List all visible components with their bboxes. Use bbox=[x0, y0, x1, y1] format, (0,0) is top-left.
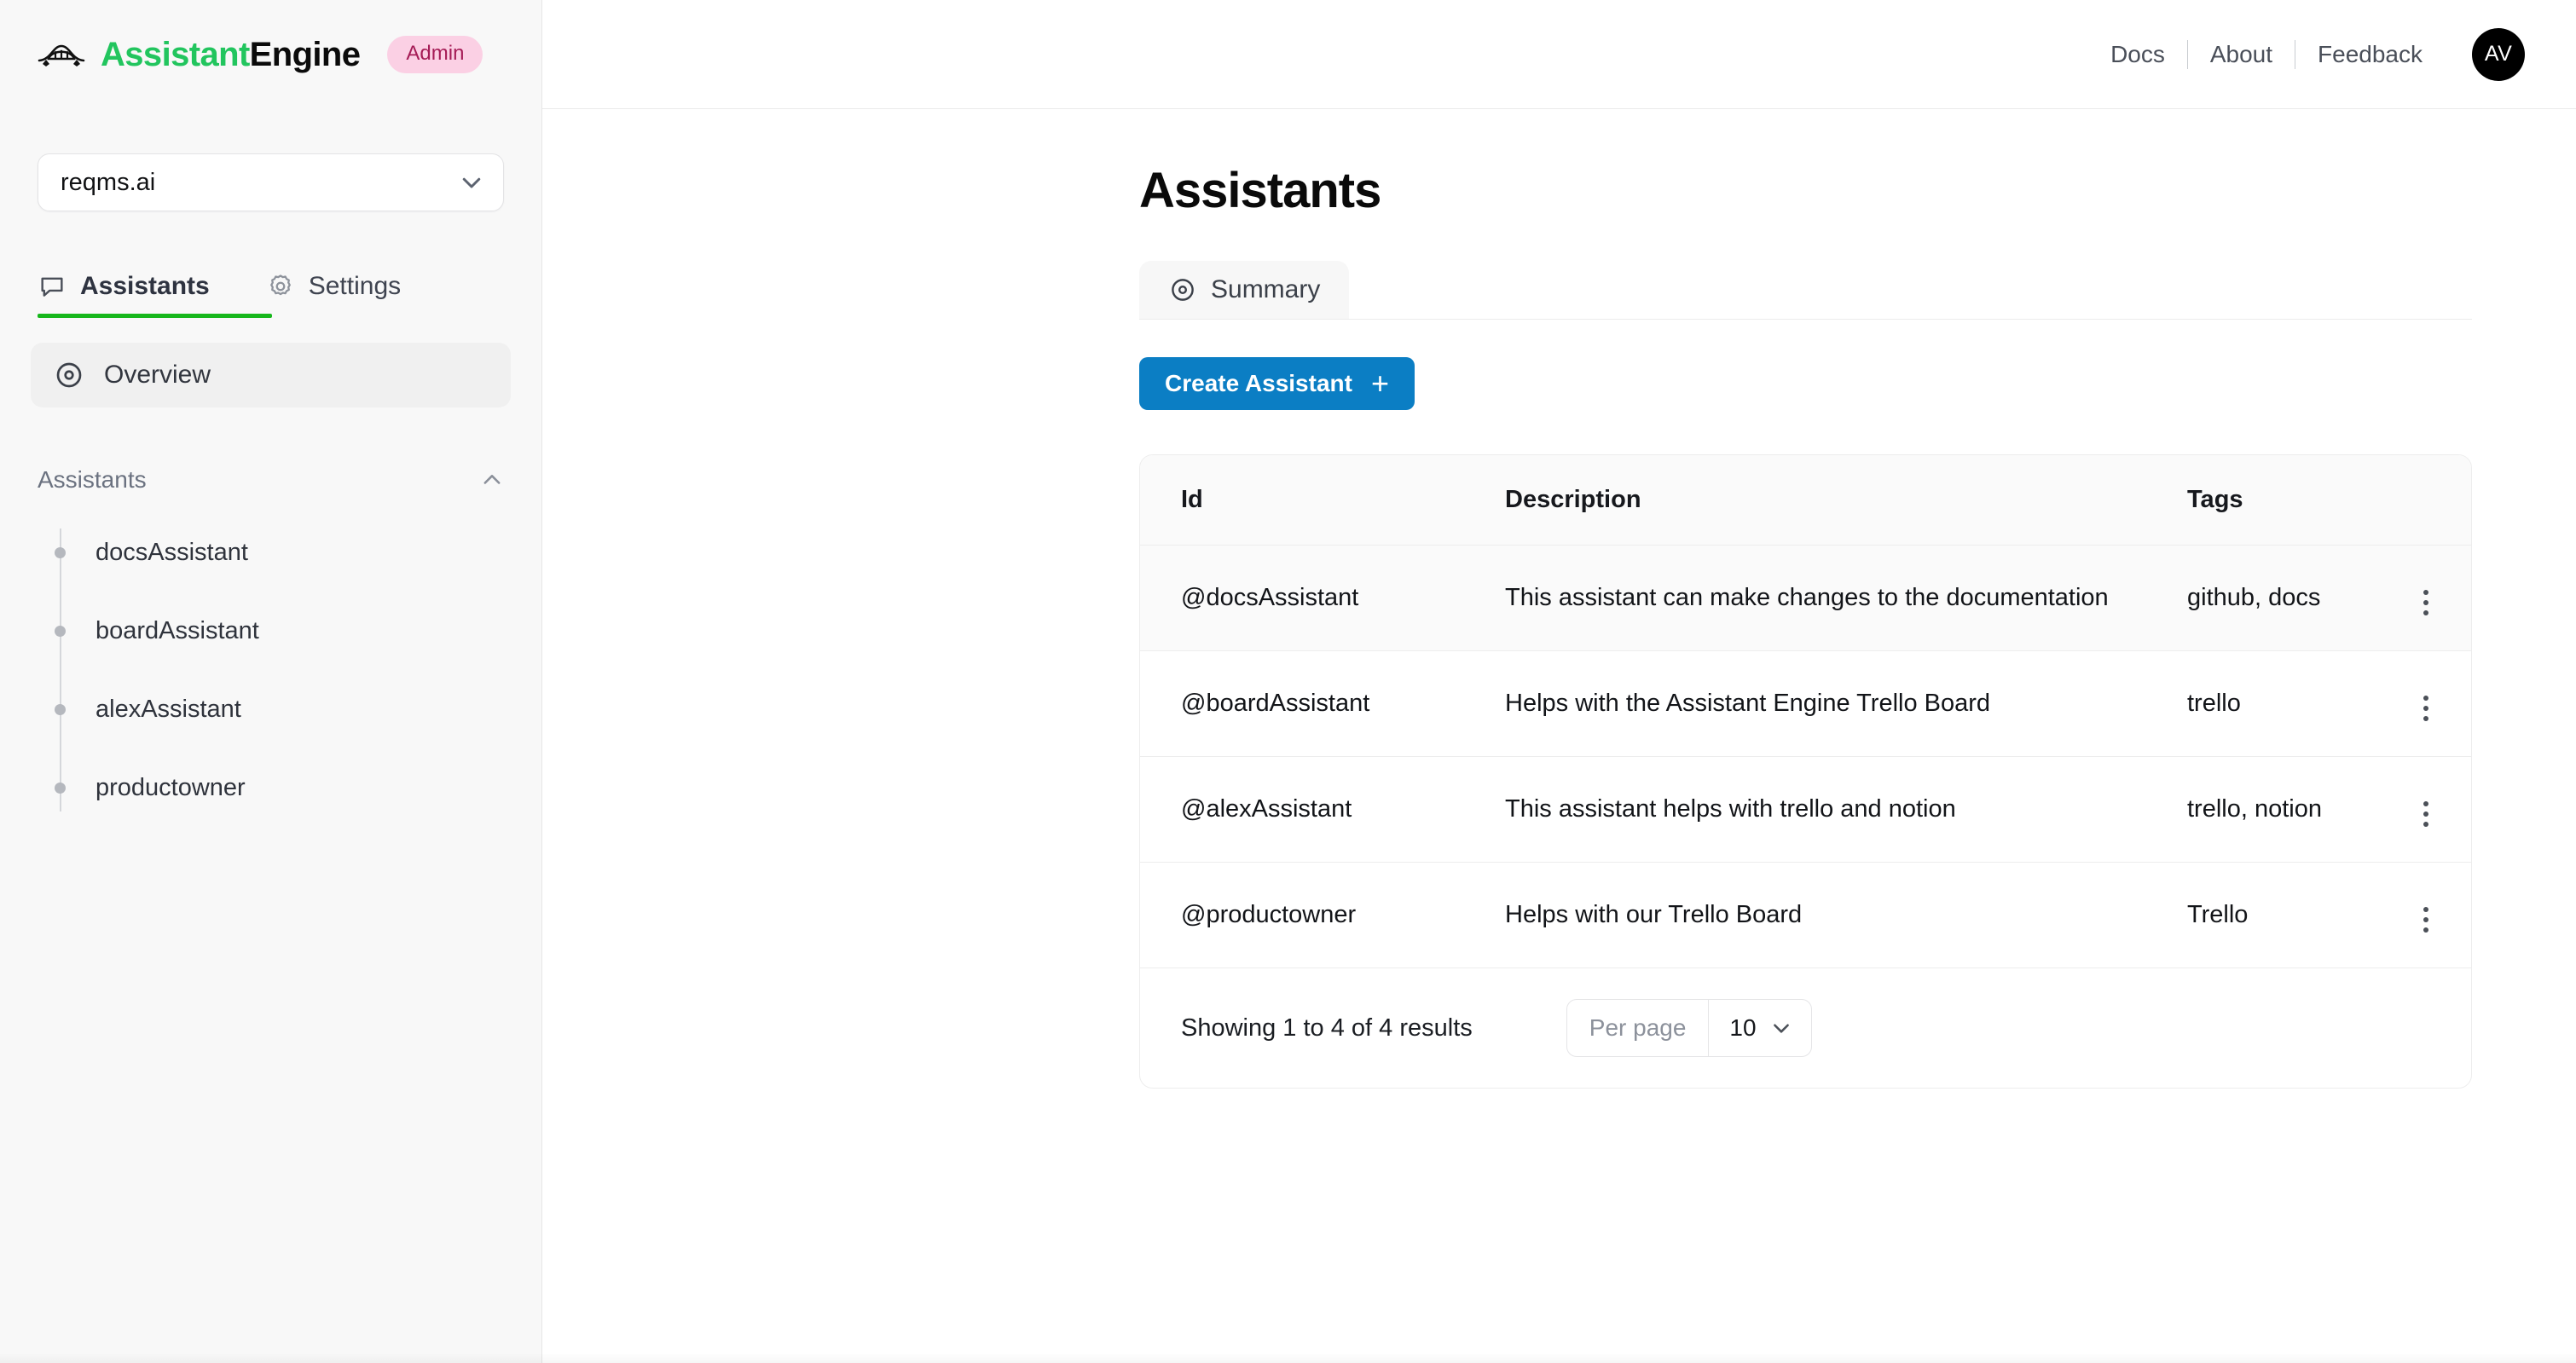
cell-tags: github, docs bbox=[2146, 545, 2369, 651]
bullet-icon bbox=[55, 625, 66, 637]
sidebar: AssistantEngine Admin reqms.ai Assistant… bbox=[0, 0, 542, 1363]
tab-summary-label: Summary bbox=[1211, 275, 1321, 303]
nav-link-docs[interactable]: Docs bbox=[2088, 41, 2187, 68]
tab-settings-label: Settings bbox=[308, 272, 402, 300]
per-page-value: 10 bbox=[1729, 1014, 1757, 1041]
cell-tags: trello bbox=[2146, 650, 2369, 757]
app-root: AssistantEngine Admin reqms.ai Assistant… bbox=[0, 0, 2576, 1363]
brand-title-accent: Assistant bbox=[101, 35, 250, 73]
brand-title: AssistantEngine bbox=[101, 35, 361, 74]
circle-dot-icon bbox=[56, 362, 82, 388]
brand-title-rest: Engine bbox=[249, 35, 361, 73]
kebab-menu-icon[interactable] bbox=[2417, 794, 2435, 834]
cell-tags: trello, notion bbox=[2146, 756, 2369, 863]
page-content: Assistants Summary Create Assistant + Id… bbox=[1139, 109, 2472, 1089]
bullet-icon bbox=[55, 703, 66, 715]
cell-actions bbox=[2369, 545, 2471, 651]
column-header-id: Id bbox=[1140, 455, 1464, 546]
tab-active-indicator bbox=[38, 314, 272, 318]
sidebar-assistant-label: boardAssistant bbox=[96, 616, 259, 644]
cell-description: Helps with the Assistant Engine Trello B… bbox=[1464, 650, 2146, 757]
table-row[interactable]: @boardAssistant Helps with the Assistant… bbox=[1140, 650, 2471, 757]
tab-summary[interactable]: Summary bbox=[1139, 261, 1350, 319]
per-page-control: Per page 10 bbox=[1566, 999, 1812, 1057]
cell-description: This assistant helps with trello and not… bbox=[1464, 756, 2146, 863]
cell-tags: Trello bbox=[2146, 862, 2369, 968]
bullet-icon bbox=[55, 782, 66, 794]
main-area: Docs About Feedback AV Assistants Summar… bbox=[542, 0, 2576, 1363]
sidebar-assistant-item[interactable]: productowner bbox=[55, 748, 541, 827]
table-head: Id Description Tags bbox=[1140, 455, 2471, 546]
cell-description: Helps with our Trello Board bbox=[1464, 862, 2146, 968]
workspace-selector[interactable]: reqms.ai bbox=[38, 153, 504, 211]
content-tabstrip: Summary bbox=[1139, 255, 2472, 320]
cell-id: @boardAssistant bbox=[1140, 650, 1464, 757]
sidebar-item-overview-label: Overview bbox=[104, 361, 211, 389]
page-title: Assistants bbox=[1139, 163, 1381, 218]
assistants-table-card: Id Description Tags @docsAssistant This … bbox=[1139, 454, 2472, 1089]
sidebar-assistant-item[interactable]: docsAssistant bbox=[55, 513, 541, 592]
cell-actions bbox=[2369, 862, 2471, 968]
cell-actions bbox=[2369, 650, 2471, 757]
chevron-down-icon bbox=[1773, 1024, 1789, 1033]
sidebar-assistant-item[interactable]: alexAssistant bbox=[55, 670, 541, 748]
cell-actions bbox=[2369, 756, 2471, 863]
nav-link-feedback[interactable]: Feedback bbox=[2295, 41, 2445, 68]
bullet-icon bbox=[55, 546, 66, 558]
create-assistant-button[interactable]: Create Assistant + bbox=[1139, 357, 1415, 410]
chat-bubble-icon bbox=[41, 277, 63, 297]
workspace-value: reqms.ai bbox=[61, 168, 156, 196]
assistants-table: Id Description Tags @docsAssistant This … bbox=[1140, 455, 2471, 968]
chevron-up-icon bbox=[483, 475, 501, 484]
tab-assistants[interactable]: Assistants bbox=[38, 263, 272, 318]
table-header-row: Id Description Tags bbox=[1140, 455, 2471, 546]
tab-assistants-label: Assistants bbox=[80, 272, 210, 300]
sidebar-assistant-label: productowner bbox=[96, 773, 246, 801]
circle-dot-icon bbox=[1172, 279, 1194, 301]
table-row[interactable]: @docsAssistant This assistant can make c… bbox=[1140, 545, 2471, 651]
column-header-description: Description bbox=[1464, 455, 2146, 546]
assistants-section-label: Assistants bbox=[38, 466, 147, 493]
assistant-nav-list: docsAssistant boardAssistant alexAssista… bbox=[0, 513, 541, 827]
per-page-label: Per page bbox=[1567, 1000, 1710, 1056]
sidebar-tabs: Assistants Settings bbox=[38, 249, 504, 318]
sidebar-assistant-item[interactable]: boardAssistant bbox=[55, 592, 541, 670]
admin-badge: Admin bbox=[387, 36, 483, 73]
table-footer: Showing 1 to 4 of 4 results Per page 10 bbox=[1140, 968, 2471, 1088]
create-assistant-label: Create Assistant bbox=[1165, 370, 1352, 396]
table-body: @docsAssistant This assistant can make c… bbox=[1140, 545, 2471, 968]
top-navigation-bar: Docs About Feedback AV bbox=[542, 0, 2576, 109]
table-row[interactable]: @alexAssistant This assistant helps with… bbox=[1140, 756, 2471, 863]
table-row[interactable]: @productowner Helps with our Trello Boar… bbox=[1140, 862, 2471, 968]
column-header-actions bbox=[2369, 455, 2471, 546]
tab-settings[interactable]: Settings bbox=[266, 263, 401, 310]
assistants-section-header[interactable]: Assistants bbox=[38, 460, 504, 500]
sidebar-item-overview[interactable]: Overview bbox=[31, 343, 511, 407]
sidebar-assistant-label: docsAssistant bbox=[96, 538, 248, 566]
avatar[interactable]: AV bbox=[2472, 27, 2525, 81]
chevron-down-icon bbox=[462, 177, 481, 188]
bridge-icon bbox=[38, 44, 85, 66]
cell-id: @alexAssistant bbox=[1140, 756, 1464, 863]
sidebar-assistant-label: alexAssistant bbox=[96, 695, 241, 723]
brand-header[interactable]: AssistantEngine Admin bbox=[0, 0, 541, 109]
results-count: Showing 1 to 4 of 4 results bbox=[1181, 1014, 1473, 1042]
nav-link-about[interactable]: About bbox=[2188, 41, 2295, 68]
cell-id: @docsAssistant bbox=[1140, 545, 1464, 651]
plus-icon: + bbox=[1370, 366, 1389, 401]
kebab-menu-icon[interactable] bbox=[2417, 583, 2435, 622]
kebab-menu-icon[interactable] bbox=[2417, 689, 2435, 728]
cell-id: @productowner bbox=[1140, 862, 1464, 968]
per-page-select[interactable]: 10 bbox=[1709, 1000, 1810, 1056]
cell-description: This assistant can make changes to the d… bbox=[1464, 545, 2146, 651]
kebab-menu-icon[interactable] bbox=[2417, 900, 2435, 939]
gear-icon bbox=[269, 274, 291, 296]
column-header-tags: Tags bbox=[2146, 455, 2369, 546]
